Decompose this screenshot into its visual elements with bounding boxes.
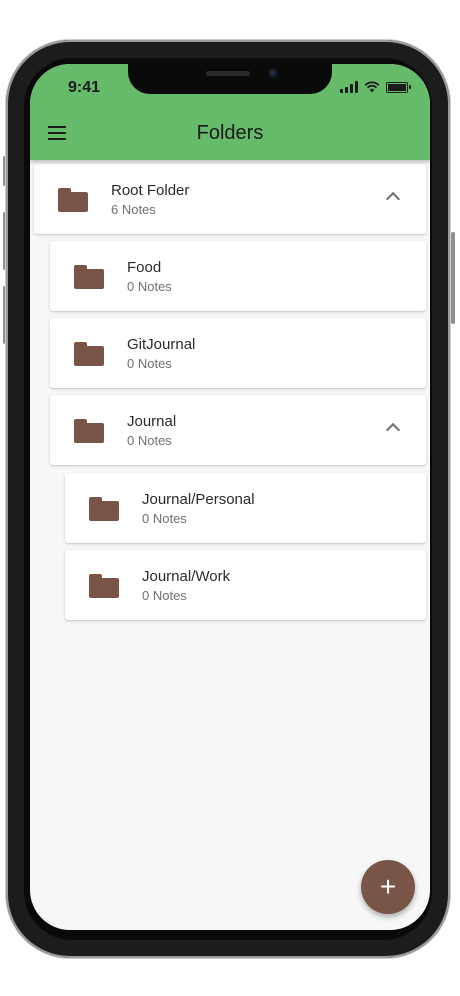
folder-note-count: 0 Notes bbox=[127, 279, 172, 294]
status-time: 9:41 bbox=[68, 79, 101, 96]
battery-icon bbox=[386, 81, 411, 93]
folder-icon bbox=[74, 342, 104, 366]
folder-icon bbox=[89, 574, 119, 598]
folder-note-count: 0 Notes bbox=[142, 588, 187, 603]
folder-note-count: 6 Notes bbox=[111, 202, 156, 217]
folder-icon bbox=[74, 419, 104, 443]
folder-name: GitJournal bbox=[127, 336, 196, 353]
folder-item-food[interactable]: Food 0 Notes bbox=[50, 241, 426, 311]
folder-name: Journal/Personal bbox=[142, 491, 255, 508]
app-bar: 9:41 Folders bbox=[30, 64, 430, 160]
folder-note-count: 0 Notes bbox=[127, 356, 172, 371]
wifi-icon bbox=[364, 81, 380, 93]
add-folder-button[interactable]: + bbox=[361, 860, 415, 914]
folder-name: Food bbox=[127, 259, 162, 276]
folder-icon bbox=[89, 497, 119, 521]
chevron-up-icon[interactable] bbox=[385, 422, 401, 438]
add-icon: + bbox=[379, 871, 397, 902]
folder-name: Journal/Work bbox=[142, 568, 231, 585]
app-screen: 9:41 Folders Root Folder 6 Notes Food 0 … bbox=[30, 64, 430, 930]
page-title: Folders bbox=[196, 122, 264, 144]
device-mockup: 9:41 Folders Root Folder 6 Notes Food 0 … bbox=[0, 0, 460, 996]
notch bbox=[128, 64, 332, 94]
folder-item-root[interactable]: Root Folder 6 Notes bbox=[34, 164, 426, 234]
folder-item-gitjournal[interactable]: GitJournal 0 Notes bbox=[50, 318, 426, 388]
speaker-grille bbox=[206, 71, 250, 76]
folder-note-count: 0 Notes bbox=[127, 433, 172, 448]
front-camera bbox=[268, 68, 278, 78]
folder-item-journal-work[interactable]: Journal/Work 0 Notes bbox=[65, 550, 426, 620]
folder-icon bbox=[74, 265, 104, 289]
folder-name: Root Folder bbox=[111, 182, 190, 199]
folder-icon bbox=[58, 188, 88, 212]
folder-item-journal[interactable]: Journal 0 Notes bbox=[50, 395, 426, 465]
signal-icon bbox=[340, 81, 358, 93]
folder-note-count: 0 Notes bbox=[142, 511, 187, 526]
folder-name: Journal bbox=[127, 413, 177, 430]
power-button bbox=[451, 232, 455, 324]
chevron-up-icon[interactable] bbox=[385, 191, 401, 207]
folder-item-journal-personal[interactable]: Journal/Personal 0 Notes bbox=[65, 473, 426, 543]
status-icons bbox=[340, 81, 411, 93]
